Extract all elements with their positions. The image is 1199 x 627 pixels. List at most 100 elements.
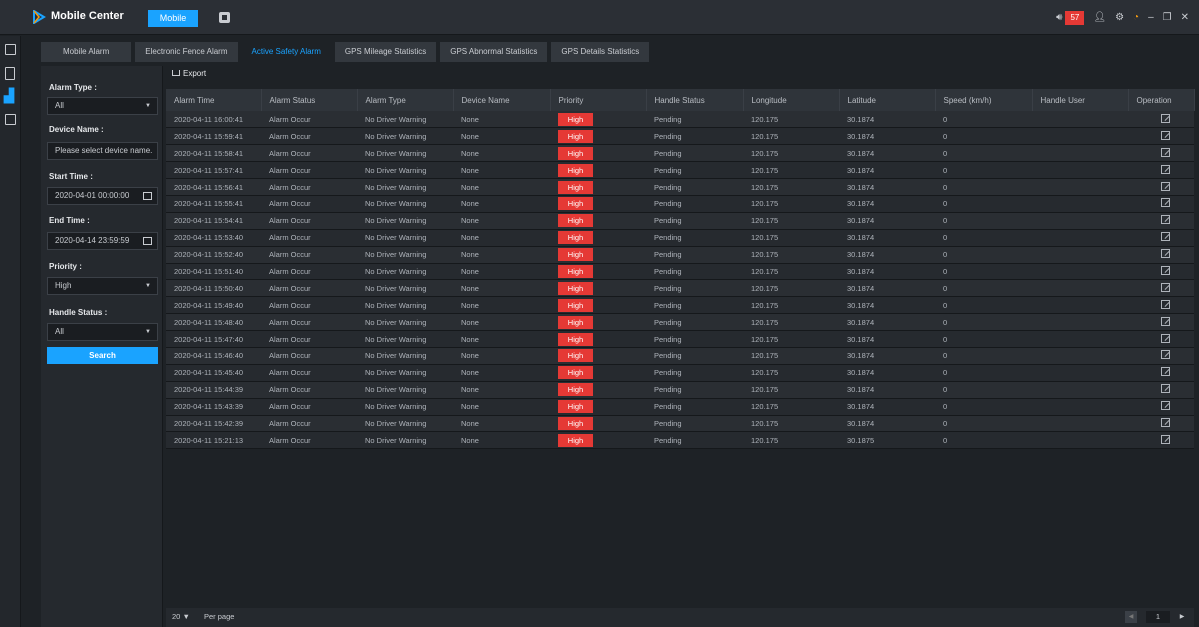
column-header[interactable]: Speed (km/h) bbox=[935, 89, 1033, 111]
column-header[interactable]: Latitude bbox=[839, 89, 936, 111]
module-tab-mobile[interactable]: Mobile bbox=[148, 10, 198, 27]
priority-select[interactable]: High ▼ bbox=[47, 277, 158, 295]
table-cell: No Driver Warning bbox=[357, 398, 453, 416]
tab-gps-mileage-statistics[interactable]: GPS Mileage Statistics bbox=[334, 42, 437, 62]
table-cell: None bbox=[453, 263, 550, 281]
statistics-icon[interactable]: ▟ bbox=[4, 89, 17, 102]
table-row[interactable]: 2020-04-11 16:00:41 Alarm Occur No Driver … bbox=[166, 111, 1194, 129]
table-row[interactable]: 2020-04-11 15:21:13 Alarm Occur No Driver … bbox=[166, 431, 1194, 450]
column-header[interactable]: Priority bbox=[550, 89, 647, 111]
edit-icon[interactable] bbox=[1160, 181, 1170, 191]
edit-icon[interactable] bbox=[1160, 215, 1170, 225]
export-button[interactable]: Export bbox=[172, 69, 206, 78]
edit-icon[interactable] bbox=[1160, 265, 1170, 275]
alarm-type-select[interactable]: All ▼ bbox=[47, 97, 158, 115]
edit-icon[interactable] bbox=[1160, 434, 1170, 444]
tab-gps-details-statistics[interactable]: GPS Details Statistics bbox=[551, 42, 650, 62]
monitor-icon[interactable] bbox=[5, 44, 16, 55]
table-row[interactable]: 2020-04-11 15:53:40 Alarm Occur No Driver … bbox=[166, 229, 1194, 247]
table-row[interactable]: 2020-04-11 15:57:41 Alarm Occur No Driver … bbox=[166, 161, 1194, 180]
speaker-icon[interactable]: 🔊︎ bbox=[1056, 11, 1062, 25]
close-icon[interactable]: ✕ bbox=[1181, 11, 1189, 25]
table-row[interactable]: 2020-04-11 15:48:40 Alarm Occur No Driver … bbox=[166, 313, 1194, 332]
edit-icon[interactable] bbox=[1160, 249, 1170, 259]
start-time-field[interactable]: 2020-04-01 00:00:00 bbox=[47, 187, 158, 205]
clipboard-icon[interactable] bbox=[5, 67, 15, 80]
table-row[interactable]: 2020-04-11 15:51:40 Alarm Occur No Driver … bbox=[166, 263, 1194, 281]
edit-icon[interactable] bbox=[1160, 417, 1170, 427]
column-header[interactable]: Alarm Time bbox=[166, 89, 262, 111]
table-row[interactable]: 2020-04-11 15:44:39 Alarm Occur No Driver … bbox=[166, 381, 1194, 399]
alarm-count-badge[interactable]: 57 bbox=[1065, 11, 1085, 25]
edit-icon[interactable] bbox=[1160, 130, 1170, 140]
edit-icon[interactable] bbox=[1160, 232, 1170, 242]
add-module-icon[interactable] bbox=[219, 12, 230, 23]
calendar-icon[interactable] bbox=[143, 237, 152, 245]
table-cell: 120.175 bbox=[743, 431, 839, 450]
current-page-input[interactable]: 1 bbox=[1146, 611, 1170, 623]
edit-icon[interactable] bbox=[1160, 113, 1170, 123]
table-row[interactable]: 2020-04-11 15:49:40 Alarm Occur No Driver … bbox=[166, 296, 1194, 315]
operation-cell bbox=[1128, 364, 1194, 382]
edit-icon[interactable] bbox=[5, 114, 16, 125]
minimize-icon[interactable]: – bbox=[1148, 11, 1154, 25]
table-row[interactable]: 2020-04-11 15:54:41 Alarm Occur No Driver … bbox=[166, 212, 1194, 230]
table-cell: None bbox=[453, 364, 550, 382]
edit-icon[interactable] bbox=[1160, 384, 1170, 394]
table-row[interactable]: 2020-04-11 15:59:41 Alarm Occur No Driver … bbox=[166, 127, 1194, 146]
edit-icon[interactable] bbox=[1160, 164, 1170, 174]
end-time-field[interactable]: 2020-04-14 23:59:59 bbox=[47, 232, 158, 250]
priority-badge: High bbox=[558, 180, 593, 194]
tab-electronic-fence-alarm[interactable]: Electronic Fence Alarm bbox=[135, 42, 238, 62]
table-cell bbox=[1032, 398, 1128, 416]
next-page-button[interactable]: ▶ bbox=[1176, 611, 1188, 623]
restore-icon[interactable]: ❐ bbox=[1163, 11, 1172, 25]
table-row[interactable]: 2020-04-11 15:45:40 Alarm Occur No Driver … bbox=[166, 364, 1194, 382]
table-cell bbox=[1032, 431, 1128, 450]
table-row[interactable]: 2020-04-11 15:50:40 Alarm Occur No Driver … bbox=[166, 279, 1194, 298]
edit-icon[interactable] bbox=[1160, 316, 1170, 326]
user-icon[interactable]: 👤︎ bbox=[1093, 11, 1106, 25]
device-name-field[interactable]: Please select device name. bbox=[47, 142, 158, 160]
table-row[interactable]: 2020-04-11 15:42:39 Alarm Occur No Driver … bbox=[166, 415, 1194, 433]
column-header[interactable]: Handle User bbox=[1032, 89, 1129, 111]
operation-cell bbox=[1128, 431, 1194, 450]
column-header[interactable]: Handle Status bbox=[646, 89, 744, 111]
table-row[interactable]: 2020-04-11 15:47:40 Alarm Occur No Driver … bbox=[166, 330, 1194, 348]
table-cell: No Driver Warning bbox=[357, 229, 453, 247]
per-page-select[interactable]: 20 ▼ bbox=[172, 612, 190, 621]
gear-icon[interactable]: ⚙ bbox=[1115, 11, 1124, 25]
edit-icon[interactable] bbox=[1160, 401, 1170, 411]
table-cell: No Driver Warning bbox=[357, 313, 453, 332]
edit-icon[interactable] bbox=[1160, 147, 1170, 157]
column-header[interactable]: Device Name bbox=[453, 89, 551, 111]
edit-icon[interactable] bbox=[1160, 333, 1170, 343]
calendar-icon[interactable] bbox=[143, 192, 152, 200]
edit-icon[interactable] bbox=[1160, 350, 1170, 360]
tab-gps-abnormal-statistics[interactable]: GPS Abnormal Statistics bbox=[440, 42, 548, 62]
tab-mobile-alarm[interactable]: Mobile Alarm bbox=[41, 42, 132, 62]
table-row[interactable]: 2020-04-11 15:58:41 Alarm Occur No Driver … bbox=[166, 144, 1194, 163]
table-row[interactable]: 2020-04-11 15:56:41 Alarm Occur No Driver … bbox=[166, 178, 1194, 196]
edit-icon[interactable] bbox=[1160, 282, 1170, 292]
column-header[interactable]: Alarm Type bbox=[357, 89, 454, 111]
tab-active-safety-alarm[interactable]: Active Safety Alarm bbox=[241, 42, 331, 62]
gauge-icon[interactable]: ◔ bbox=[1133, 11, 1139, 25]
edit-icon[interactable] bbox=[1160, 198, 1170, 208]
search-button[interactable]: Search bbox=[47, 347, 158, 364]
prev-page-button[interactable]: ◀ bbox=[1125, 611, 1137, 623]
column-header[interactable]: Longitude bbox=[743, 89, 840, 111]
column-header[interactable]: Operation bbox=[1128, 89, 1195, 111]
priority-badge: High bbox=[558, 112, 593, 126]
column-header[interactable]: Alarm Status bbox=[261, 89, 358, 111]
table-row[interactable]: 2020-04-11 15:52:40 Alarm Occur No Driver … bbox=[166, 246, 1194, 264]
edit-icon[interactable] bbox=[1160, 367, 1170, 377]
table-cell: Alarm Occur bbox=[261, 330, 357, 348]
table-row[interactable]: 2020-04-11 15:55:41 Alarm Occur No Driver … bbox=[166, 195, 1194, 213]
table-cell: High bbox=[550, 381, 646, 399]
edit-icon[interactable] bbox=[1160, 299, 1170, 309]
handle-status-select[interactable]: All ▼ bbox=[47, 323, 158, 341]
table-row[interactable]: 2020-04-11 15:43:39 Alarm Occur No Driver … bbox=[166, 398, 1194, 416]
table-cell: Pending bbox=[646, 144, 743, 163]
table-row[interactable]: 2020-04-11 15:46:40 Alarm Occur No Driver … bbox=[166, 347, 1194, 365]
